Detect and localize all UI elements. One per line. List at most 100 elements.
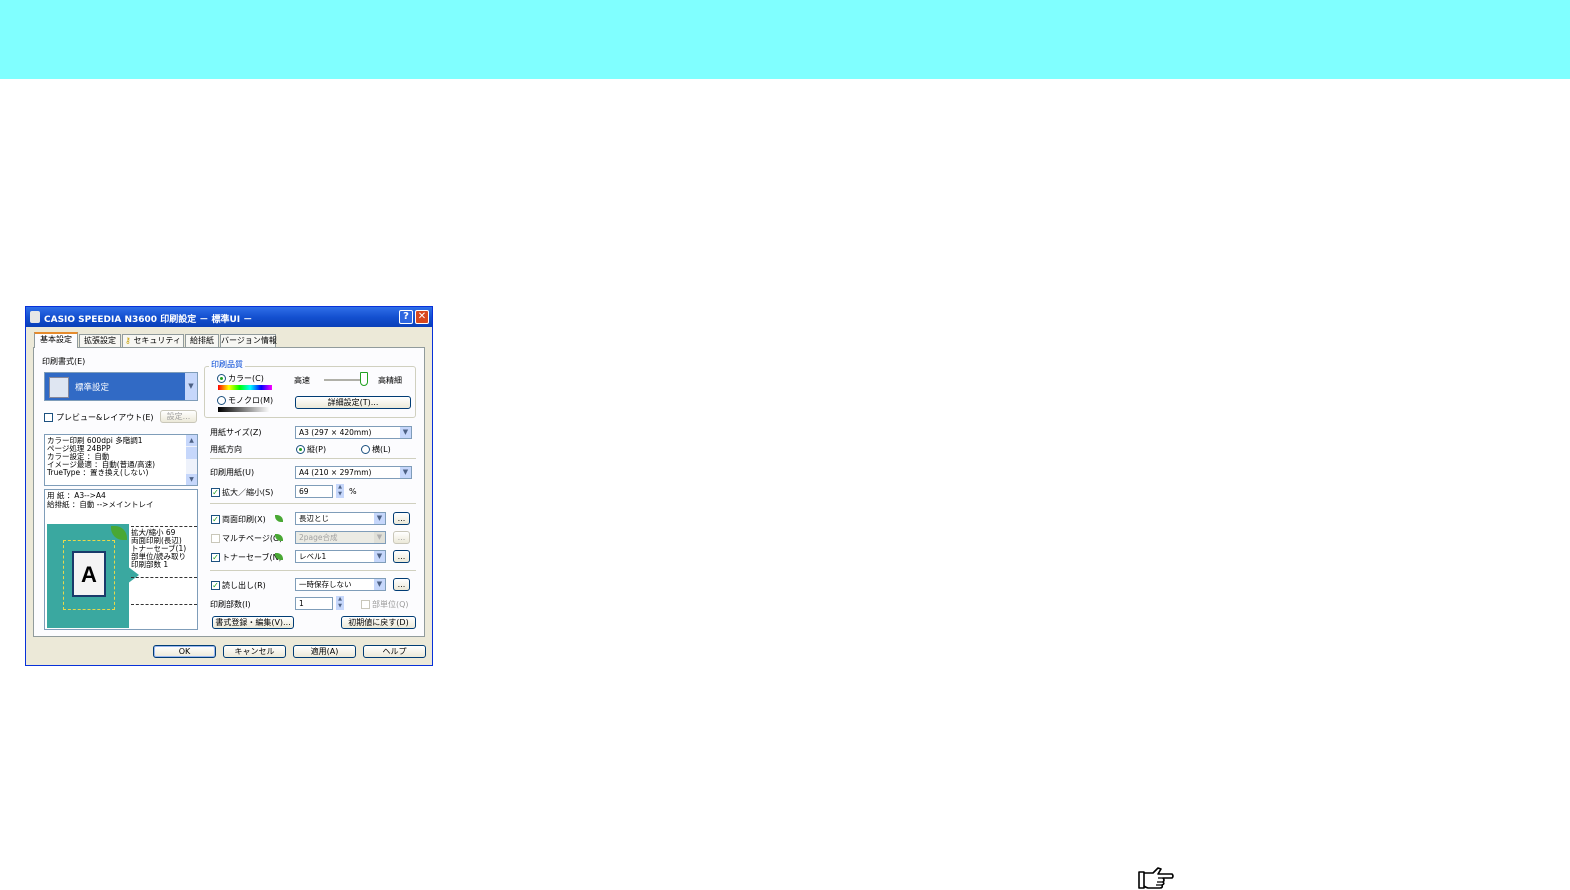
scroll-up-icon[interactable]: ▲ bbox=[186, 435, 197, 446]
copies-spinner[interactable]: ▲ ▼ bbox=[336, 596, 344, 610]
scroll-down-icon[interactable]: ▼ bbox=[186, 474, 197, 485]
copies-input[interactable]: 1 bbox=[295, 597, 333, 610]
title-bar[interactable]: CASIO SPEEDIA N3600 印刷設定 － 標準UI － ? ✕ bbox=[26, 307, 432, 327]
register-format-button[interactable]: 書式登録・編集(V)... bbox=[212, 616, 294, 629]
readout-label: 読し出し(R) bbox=[222, 581, 266, 590]
preview-notes: 拡大/縮小 69 両面印刷(長辺) トナーセーブ(1) 部単位/読み取り 印刷部… bbox=[131, 526, 197, 569]
format-value: 標準設定 bbox=[75, 383, 110, 393]
divider bbox=[210, 503, 416, 504]
preview-layout-label: プレビュー&レイアウト(E) bbox=[56, 413, 154, 422]
speed-label: 高速 bbox=[294, 376, 310, 385]
scale-checkbox[interactable]: ✓ bbox=[211, 488, 220, 497]
landscape-radio[interactable] bbox=[361, 445, 370, 454]
summary-scrollbar[interactable]: ▲ ▼ bbox=[186, 435, 197, 485]
close-button[interactable]: ✕ bbox=[415, 310, 429, 324]
chevron-down-icon[interactable]: ▼ bbox=[374, 551, 385, 562]
quality-label: 印刷品質 bbox=[209, 359, 245, 370]
scale-input[interactable]: 69 bbox=[295, 485, 333, 498]
readout-select[interactable]: 一時保存しない ▼ bbox=[295, 578, 386, 591]
chevron-down-icon[interactable]: ▼ bbox=[400, 427, 411, 438]
key-icon: ⚷ bbox=[125, 336, 131, 345]
tonersave-label: トナーセーブ(N) bbox=[222, 553, 282, 562]
tab-version[interactable]: バージョン情報 bbox=[220, 334, 277, 347]
print-settings-dialog: CASIO SPEEDIA N3600 印刷設定 － 標準UI － ? ✕ 基本… bbox=[25, 306, 433, 666]
chevron-down-icon[interactable]: ▼ bbox=[374, 579, 385, 590]
duplex-select[interactable]: 長辺とじ ▼ bbox=[295, 512, 386, 525]
chevron-down-icon[interactable]: ▼ bbox=[400, 467, 411, 478]
scale-label: 拡大／縮小(S) bbox=[222, 488, 274, 497]
preview-area: A bbox=[63, 540, 115, 610]
chevron-down-icon[interactable]: ▼ bbox=[374, 532, 385, 543]
chevron-down-icon[interactable]: ▼ bbox=[374, 513, 385, 524]
duplex-checkbox[interactable]: ✓ bbox=[211, 515, 220, 524]
cancel-button[interactable]: キャンセル bbox=[223, 645, 286, 658]
color-gradient-bar bbox=[218, 385, 272, 390]
duplex-more-button[interactable]: ... bbox=[393, 512, 410, 525]
tab-paper-feed[interactable]: 給排紙 bbox=[185, 334, 219, 347]
preview-notes-divider bbox=[131, 577, 197, 578]
help-title-button[interactable]: ? bbox=[399, 310, 413, 324]
multipage-label: マルチページ(G) bbox=[222, 534, 283, 543]
top-banner bbox=[0, 0, 1570, 79]
fine-label: 高精細 bbox=[378, 376, 402, 385]
mono-label: モノクロ(M) bbox=[228, 396, 274, 405]
paper-size-value: A3 (297 × 420mm) bbox=[299, 428, 372, 437]
collate-label: 部単位(Q) bbox=[372, 600, 409, 609]
paper-size-select[interactable]: A3 (297 × 420mm) ▼ bbox=[295, 426, 412, 439]
readout-more-button[interactable]: ... bbox=[393, 578, 410, 591]
copies-value: 1 bbox=[299, 599, 304, 608]
format-label: 印刷書式(E) bbox=[42, 357, 86, 366]
duplex-value: 長辺とじ bbox=[299, 514, 329, 523]
tab-security-label: セキュリティ bbox=[133, 336, 181, 345]
print-paper-value: A4 (210 × 297mm) bbox=[299, 468, 372, 477]
tonersave-select[interactable]: レベル1 ▼ bbox=[295, 550, 386, 563]
mono-radio[interactable] bbox=[217, 396, 226, 405]
ok-button[interactable]: OK bbox=[153, 645, 216, 658]
divider bbox=[210, 570, 416, 571]
tab-panel: 印刷書式(E) 標準設定 ▼ プレビュー&レイアウト(E) 設定... カラー印… bbox=[33, 347, 425, 637]
page-preview: A bbox=[47, 524, 139, 628]
format-icon bbox=[49, 377, 69, 398]
pointing-hand-icon[interactable] bbox=[1136, 860, 1176, 890]
summary-line: TrueType ：置き換え(しない) bbox=[47, 468, 149, 477]
print-paper-select[interactable]: A4 (210 × 297mm) ▼ bbox=[295, 466, 412, 479]
format-select[interactable]: 標準設定 ▼ bbox=[44, 372, 198, 401]
preview-layout-checkbox[interactable] bbox=[44, 413, 53, 422]
color-label: カラー(C) bbox=[228, 374, 264, 383]
format-dropdown-arrow[interactable]: ▼ bbox=[185, 373, 197, 400]
note-line: 印刷部数 1 bbox=[131, 560, 169, 569]
tonersave-more-button[interactable]: ... bbox=[393, 550, 410, 563]
tab-basic[interactable]: 基本設定 bbox=[34, 332, 78, 348]
apply-button[interactable]: 適用(A) bbox=[293, 645, 356, 658]
portrait-label: 縦(P) bbox=[307, 445, 327, 454]
multipage-checkbox[interactable] bbox=[211, 534, 220, 543]
quality-slider-thumb[interactable] bbox=[360, 372, 368, 386]
paper-size-label: 用紙サイズ(Z) bbox=[210, 428, 262, 437]
scale-value: 69 bbox=[299, 487, 309, 496]
scale-spinner[interactable]: ▲ ▼ bbox=[336, 484, 344, 498]
collate-checkbox[interactable] bbox=[361, 600, 370, 609]
detail-settings-button[interactable]: 詳細設定(T)... bbox=[295, 396, 411, 409]
copies-label: 印刷部数(I) bbox=[210, 600, 251, 609]
readout-checkbox[interactable]: ✓ bbox=[211, 581, 220, 590]
feed-line: 給排紙 ：自動 -->メイントレイ bbox=[47, 500, 154, 509]
reset-defaults-button[interactable]: 初期値に戻す(D) bbox=[341, 616, 416, 629]
settings-button[interactable]: 設定... bbox=[160, 410, 197, 423]
print-paper-label: 印刷用紙(U) bbox=[210, 468, 255, 477]
tab-security[interactable]: ⚷ セキュリティ bbox=[122, 334, 184, 347]
preview-notes-divider-lower bbox=[131, 604, 197, 605]
paper-line: 用 紙 ：A3-->A4 bbox=[47, 491, 106, 500]
multipage-more-button[interactable]: ... bbox=[393, 531, 410, 544]
summary-list[interactable]: カラー印刷 600dpi 多階調1 ページ処理 24BPP カラー設定 ：自動 … bbox=[44, 434, 198, 486]
tonersave-checkbox[interactable]: ✓ bbox=[211, 553, 220, 562]
portrait-radio[interactable] bbox=[296, 445, 305, 454]
multipage-select[interactable]: 2page合成 ▼ bbox=[295, 531, 386, 544]
scroll-thumb[interactable] bbox=[186, 447, 197, 459]
scale-unit: % bbox=[349, 487, 357, 496]
help-button[interactable]: ヘルプ bbox=[363, 645, 426, 658]
color-radio[interactable] bbox=[217, 374, 226, 383]
tab-extended[interactable]: 拡張設定 bbox=[79, 334, 121, 347]
leaf-icon bbox=[111, 526, 127, 540]
multipage-value: 2page合成 bbox=[299, 533, 338, 542]
landscape-label: 横(L) bbox=[372, 445, 391, 454]
